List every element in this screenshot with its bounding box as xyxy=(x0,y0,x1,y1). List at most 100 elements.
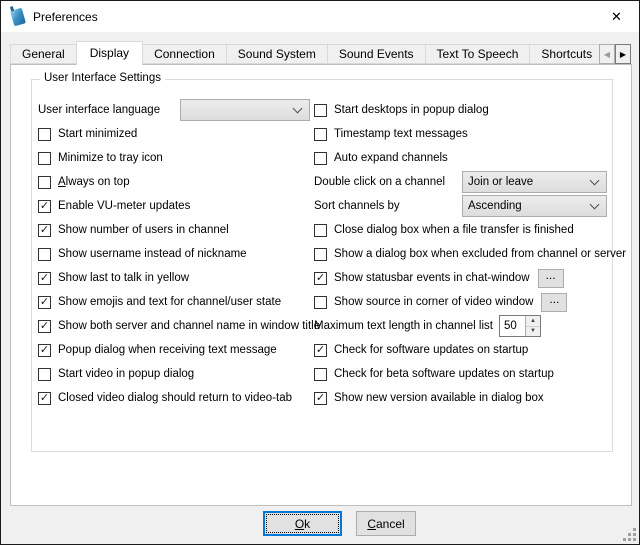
combobox-value: Join or leave xyxy=(463,176,587,188)
checkbox-show-a-dialog-box-when-excluded-from-channel-or-[interactable] xyxy=(314,248,327,261)
tab-sound-system[interactable]: Sound System xyxy=(226,44,328,64)
row-show-statusbar-events-in-chat-window: ✓ Show statusbar events in chat-window... xyxy=(314,267,612,289)
row-user-interface-language: User interface language xyxy=(38,99,312,121)
checkbox-label[interactable]: Timestamp text messages xyxy=(334,128,468,140)
tab-scroll-right-button[interactable]: ▶ xyxy=(615,44,631,64)
checkbox-label[interactable]: Start video in popup dialog xyxy=(58,368,194,380)
checkbox-label[interactable]: Start minimized xyxy=(58,128,137,140)
checkbox-label[interactable]: Always on top xyxy=(58,176,130,188)
spinbox-arrows: ▲▼ xyxy=(525,316,540,336)
checkbox-label[interactable]: Show a dialog box when excluded from cha… xyxy=(334,248,626,260)
row-maximum-text-length-in-channel-list: Maximum text length in channel list50▲▼ xyxy=(314,315,612,337)
checkbox-start-desktops-in-popup-dialog[interactable] xyxy=(314,104,327,117)
row-show-source-in-corner-of-video-window: Show source in corner of video window... xyxy=(314,291,612,313)
resize-grip[interactable] xyxy=(623,528,636,541)
row-auto-expand-channels: Auto expand channels xyxy=(314,147,612,169)
tab-bar: GeneralDisplayConnectionSound SystemSoun… xyxy=(10,41,601,65)
ellipsis-button[interactable]: ... xyxy=(541,293,567,312)
row-closed-video-dialog-should-return-to-video-tab: ✓ Closed video dialog should return to vi… xyxy=(38,387,312,409)
checkbox-label[interactable]: Closed video dialog should return to vid… xyxy=(58,392,292,404)
row-sort-channels-by: Sort channels byAscending xyxy=(314,195,612,217)
checkbox-label[interactable]: Show last to talk in yellow xyxy=(58,272,189,284)
combobox-sort-channels-by[interactable]: Ascending xyxy=(462,195,607,217)
checkbox-label[interactable]: Start desktops in popup dialog xyxy=(334,104,489,116)
titlebar[interactable]: Preferences ✕ xyxy=(1,1,639,32)
checkbox-show-number-of-users-in-channel[interactable]: ✓ xyxy=(38,224,51,237)
row-show-emojis-and-text-for-channel-user-state: ✓ Show emojis and text for channel/user s… xyxy=(38,291,312,313)
checkbox-minimize-to-tray-icon[interactable] xyxy=(38,152,51,165)
spin-up-button[interactable]: ▲ xyxy=(526,316,540,327)
checkbox-show-username-instead-of-nickname[interactable] xyxy=(38,248,51,261)
checkbox-label[interactable]: Close dialog box when a file transfer is… xyxy=(334,224,574,236)
chevron-down-icon xyxy=(293,104,303,114)
window-title: Preferences xyxy=(33,10,98,24)
combobox-double-click-on-a-channel[interactable]: Join or leave xyxy=(462,171,607,193)
checkbox-timestamp-text-messages[interactable] xyxy=(314,128,327,141)
row-start-video-in-popup-dialog: Start video in popup dialog xyxy=(38,363,312,385)
row-check-for-software-updates-on-startup: ✓ Check for software updates on startup xyxy=(314,339,612,361)
checkbox-enable-vu-meter-updates[interactable]: ✓ xyxy=(38,200,51,213)
row-close-dialog-box-when-a-file-transfer-is-finishe: Close dialog box when a file transfer is… xyxy=(314,219,612,241)
checkbox-label[interactable]: Show new version available in dialog box xyxy=(334,392,544,404)
row-timestamp-text-messages: Timestamp text messages xyxy=(314,123,612,145)
checkbox-closed-video-dialog-should-return-to-video-tab[interactable]: ✓ xyxy=(38,392,51,405)
row-show-new-version-available-in-dialog-box: ✓ Show new version available in dialog bo… xyxy=(314,387,612,409)
tab-scroll-left-button[interactable]: ◀ xyxy=(599,44,615,64)
settings-column-right: Start desktops in popup dialog Timestamp … xyxy=(314,99,612,411)
checkbox-show-new-version-available-in-dialog-box[interactable]: ✓ xyxy=(314,392,327,405)
checkbox-show-statusbar-events-in-chat-window[interactable]: ✓ xyxy=(314,272,327,285)
spin-down-button[interactable]: ▼ xyxy=(526,327,540,337)
settings-column-left: User interface language Start minimized Mi… xyxy=(38,99,312,411)
chevron-down-icon xyxy=(590,200,600,210)
ok-button[interactable]: Ok xyxy=(263,511,342,536)
row-always-on-top: Always on top xyxy=(38,171,312,193)
checkbox-start-minimized[interactable] xyxy=(38,128,51,141)
field-label: Double click on a channel xyxy=(314,176,445,188)
checkbox-label[interactable]: Show emojis and text for channel/user st… xyxy=(58,296,281,308)
row-show-number-of-users-in-channel: ✓ Show number of users in channel xyxy=(38,219,312,241)
combobox-user-interface-language[interactable] xyxy=(180,99,310,121)
tab-shortcuts[interactable]: Shortcuts xyxy=(529,44,601,64)
spinbox-maximum-text-length-in-channel-list[interactable]: 50▲▼ xyxy=(499,315,541,337)
tab-sound-events[interactable]: Sound Events xyxy=(327,44,426,64)
combobox-value: Ascending xyxy=(463,200,587,212)
checkbox-label[interactable]: Show statusbar events in chat-window xyxy=(334,272,530,284)
row-start-desktops-in-popup-dialog: Start desktops in popup dialog xyxy=(314,99,612,121)
close-button[interactable]: ✕ xyxy=(594,1,639,32)
checkbox-label[interactable]: Show both server and channel name in win… xyxy=(58,320,320,332)
checkbox-always-on-top[interactable] xyxy=(38,176,51,189)
checkbox-label[interactable]: Show username instead of nickname xyxy=(58,248,247,260)
checkbox-auto-expand-channels[interactable] xyxy=(314,152,327,165)
checkbox-label[interactable]: Check for beta software updates on start… xyxy=(334,368,554,380)
checkbox-label[interactable]: Show source in corner of video window xyxy=(334,296,533,308)
row-double-click-on-a-channel: Double click on a channel Join or leave xyxy=(314,171,612,193)
row-enable-vu-meter-updates: ✓ Enable VU-meter updates xyxy=(38,195,312,217)
checkbox-label[interactable]: Check for software updates on startup xyxy=(334,344,528,356)
checkbox-start-video-in-popup-dialog[interactable] xyxy=(38,368,51,381)
checkbox-check-for-software-updates-on-startup[interactable]: ✓ xyxy=(314,344,327,357)
row-show-username-instead-of-nickname: Show username instead of nickname xyxy=(38,243,312,265)
checkbox-close-dialog-box-when-a-file-transfer-is-finishe[interactable] xyxy=(314,224,327,237)
cancel-button[interactable]: Cancel xyxy=(356,511,416,536)
checkbox-show-emojis-and-text-for-channel-user-state[interactable]: ✓ xyxy=(38,296,51,309)
checkbox-check-for-beta-software-updates-on-startup[interactable] xyxy=(314,368,327,381)
checkbox-label[interactable]: Minimize to tray icon xyxy=(58,152,163,164)
ellipsis-button[interactable]: ... xyxy=(538,269,564,288)
checkbox-show-both-server-and-channel-name-in-window-titl[interactable]: ✓ xyxy=(38,320,51,333)
checkbox-label[interactable]: Popup dialog when receiving text message xyxy=(58,344,277,356)
tab-connection[interactable]: Connection xyxy=(142,44,227,64)
checkbox-show-last-to-talk-in-yellow[interactable]: ✓ xyxy=(38,272,51,285)
checkbox-label[interactable]: Show number of users in channel xyxy=(58,224,229,236)
app-icon xyxy=(10,7,26,26)
checkbox-label[interactable]: Enable VU-meter updates xyxy=(58,200,190,212)
tab-text-to-speech[interactable]: Text To Speech xyxy=(425,44,531,64)
row-start-minimized: Start minimized xyxy=(38,123,312,145)
groupbox-title: User Interface Settings xyxy=(40,72,165,84)
checkbox-popup-dialog-when-receiving-text-message[interactable]: ✓ xyxy=(38,344,51,357)
checkbox-show-source-in-corner-of-video-window[interactable] xyxy=(314,296,327,309)
row-show-last-to-talk-in-yellow: ✓ Show last to talk in yellow xyxy=(38,267,312,289)
row-show-a-dialog-box-when-excluded-from-channel-or-: Show a dialog box when excluded from cha… xyxy=(314,243,612,265)
tab-display[interactable]: Display xyxy=(76,41,143,65)
tab-general[interactable]: General xyxy=(10,44,77,64)
checkbox-label[interactable]: Auto expand channels xyxy=(334,152,448,164)
